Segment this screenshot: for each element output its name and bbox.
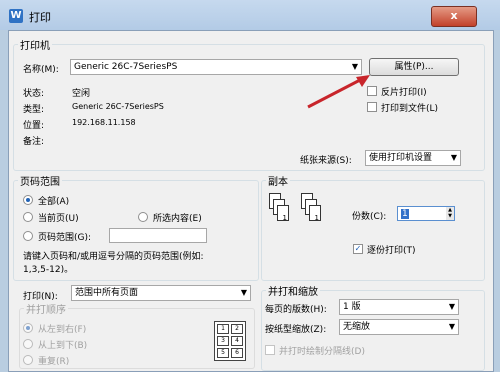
left-to-right-radio[interactable] — [23, 323, 33, 333]
close-button[interactable]: x — [431, 6, 477, 27]
pages-per-sheet-label: 每页的版数(H): — [265, 305, 327, 315]
status-value: 空闲 — [72, 89, 91, 99]
page-range-hint: 请键入页码和/或用逗号分隔的页码范围(例如: — [23, 252, 204, 262]
top-to-bottom-radio[interactable] — [23, 339, 33, 349]
comment-label: 备注: — [23, 137, 45, 147]
wps-app-icon: W — [9, 9, 23, 23]
copies-label: 副本 — [268, 177, 288, 188]
page-range-radio-label: 页码范围(G): — [38, 233, 92, 243]
draw-separator-checkbox[interactable] — [265, 345, 275, 355]
paper-source-value: 使用打印机设置 — [369, 153, 433, 163]
left-to-right-label: 从左到右(F) — [38, 325, 87, 335]
printer-group-label: 打印机 — [20, 41, 50, 52]
zoom-group-label: 并打和缩放 — [268, 287, 318, 298]
scale-label: 按纸型缩放(Z): — [265, 325, 327, 335]
printer-name-value: Generic 26C-7SeriesPS — [74, 62, 178, 72]
paper-source-select[interactable]: 使用打印机设置 ▼ — [365, 150, 461, 166]
current-page-radio[interactable] — [23, 212, 33, 222]
order-grid-icon: 1 2 3 4 5 6 — [214, 321, 246, 361]
paper-source-label: 纸张来源(S): — [300, 156, 352, 166]
location-value: 192.168.11.158 — [72, 118, 136, 127]
chevron-down-icon: ▼ — [448, 302, 455, 311]
reverse-print-label: 反片打印(I) — [381, 88, 427, 98]
top-to-bottom-label: 从上到下(B) — [38, 341, 88, 351]
scale-value: 无缩放 — [343, 322, 371, 332]
status-label: 状态: — [23, 89, 45, 99]
chevron-down-icon: ▼ — [240, 288, 247, 297]
printer-name-label: 名称(M): — [23, 65, 59, 75]
window-title: 打印 — [29, 11, 51, 24]
page-icon: 1 — [277, 205, 289, 222]
draw-separator-label: 并打时绘制分隔线(D) — [279, 347, 365, 357]
page-range-radio[interactable] — [23, 231, 33, 241]
page-range-label: 页码范围 — [20, 177, 60, 188]
order-cell: 5 — [217, 348, 229, 358]
order-group-label: 并打顺序 — [26, 305, 66, 316]
copies-value: 1 — [401, 209, 409, 219]
order-cell: 4 — [231, 336, 243, 346]
pages-per-sheet-select[interactable]: 1 版 ▼ — [339, 299, 459, 315]
collate-pages-icon: 3 2 1 3 2 1 — [269, 193, 349, 253]
page-range-input[interactable] — [109, 228, 207, 243]
all-pages-radio[interactable] — [23, 195, 33, 205]
all-pages-label: 全部(A) — [38, 197, 70, 207]
type-value: Generic 26C-7SeriesPS — [72, 102, 164, 111]
print-what-select[interactable]: 范围中所有页面 ▼ — [71, 285, 251, 301]
order-cell: 6 — [231, 348, 243, 358]
print-what-value: 范围中所有页面 — [75, 288, 139, 298]
collate-checkbox[interactable]: ✓ — [353, 244, 363, 254]
scale-select[interactable]: 无缩放 ▼ — [339, 319, 459, 335]
annotation-arrow — [307, 75, 370, 109]
print-dialog-body: 打印机 名称(M): Generic 26C-7SeriesPS ▼ 属性(P)… — [8, 30, 494, 372]
print-to-file-label: 打印到文件(L) — [381, 104, 439, 114]
chevron-down-icon: ▼ — [448, 322, 455, 331]
selection-label: 所选内容(E) — [153, 214, 202, 224]
chevron-down-icon: ▼ — [450, 153, 457, 162]
properties-button[interactable]: 属性(P)... — [369, 58, 459, 76]
copies-count-label: 份数(C): — [352, 212, 387, 222]
title-bar: W 打印 x — [0, 0, 500, 30]
location-label: 位置: — [23, 121, 45, 131]
type-label: 类型: — [23, 105, 45, 115]
current-page-label: 当前页(U) — [38, 214, 79, 224]
selection-radio[interactable] — [138, 212, 148, 222]
copies-spinner[interactable]: ▲ ▼ — [446, 207, 454, 220]
order-cell: 3 — [217, 336, 229, 346]
pages-per-sheet-value: 1 版 — [343, 302, 361, 312]
repeat-label: 重复(R) — [38, 357, 70, 367]
order-cell: 2 — [231, 324, 243, 334]
collate-label: 逐份打印(T) — [367, 246, 416, 256]
page-icon: 1 — [309, 205, 321, 222]
order-cell: 1 — [217, 324, 229, 334]
repeat-radio[interactable] — [23, 355, 33, 365]
page-range-hint-2: 1,3,5-12)。 — [23, 265, 74, 275]
